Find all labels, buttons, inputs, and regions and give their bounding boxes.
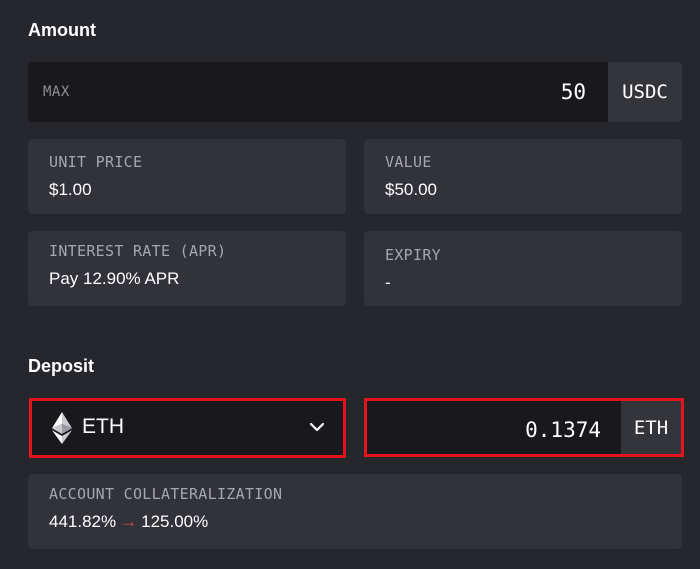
unit-price-label: UNIT PRICE xyxy=(49,153,143,171)
arrow-right-icon: → xyxy=(120,512,138,531)
interest-rate-label: INTEREST RATE (APR) xyxy=(49,242,227,260)
interest-rate-card: INTEREST RATE (APR) Pay 12.90% APR xyxy=(28,231,346,306)
interest-rate-value: Pay 12.90% APR xyxy=(49,269,180,288)
unit-price-card: UNIT PRICE $1.00 xyxy=(28,139,346,214)
expiry-value: - xyxy=(385,273,391,292)
unit-price-value: $1.00 xyxy=(49,180,92,199)
amount-value[interactable]: 50 xyxy=(561,80,586,104)
collateralization-value: 441.82% → 125.00% xyxy=(49,512,208,532)
value-value: $50.00 xyxy=(385,180,437,199)
deposit-amount-unit: ETH xyxy=(621,401,681,454)
ethereum-icon xyxy=(52,412,72,444)
collateralization-card: ACCOUNT COLLATERALIZATION 441.82% → 125.00… xyxy=(28,474,682,549)
amount-title: Amount xyxy=(28,20,96,40)
amount-input[interactable]: MAX 50 xyxy=(28,62,608,122)
expiry-label: EXPIRY xyxy=(385,246,441,264)
collateralization-label: ACCOUNT COLLATERALIZATION xyxy=(49,485,283,503)
deposit-title: Deposit xyxy=(28,356,95,376)
max-button[interactable]: MAX xyxy=(43,84,70,100)
amount-unit: USDC xyxy=(608,62,682,122)
chevron-down-icon[interactable] xyxy=(309,421,325,433)
collateralization-from: 441.82% xyxy=(49,512,117,531)
value-card: VALUE $50.00 xyxy=(364,139,682,214)
trade-form: Amount MAX 50 USDC UNIT PRICE $1.00 VALU… xyxy=(0,0,700,569)
deposit-token-select[interactable]: ETH xyxy=(29,398,346,458)
expiry-card: EXPIRY - xyxy=(364,231,682,306)
collateralization-to: 125.00% xyxy=(141,512,209,531)
deposit-amount-input[interactable]: 0.1374 ETH xyxy=(364,398,684,457)
deposit-token-name: ETH xyxy=(82,415,124,438)
value-label: VALUE xyxy=(385,153,432,171)
deposit-amount-value[interactable]: 0.1374 xyxy=(367,401,621,454)
